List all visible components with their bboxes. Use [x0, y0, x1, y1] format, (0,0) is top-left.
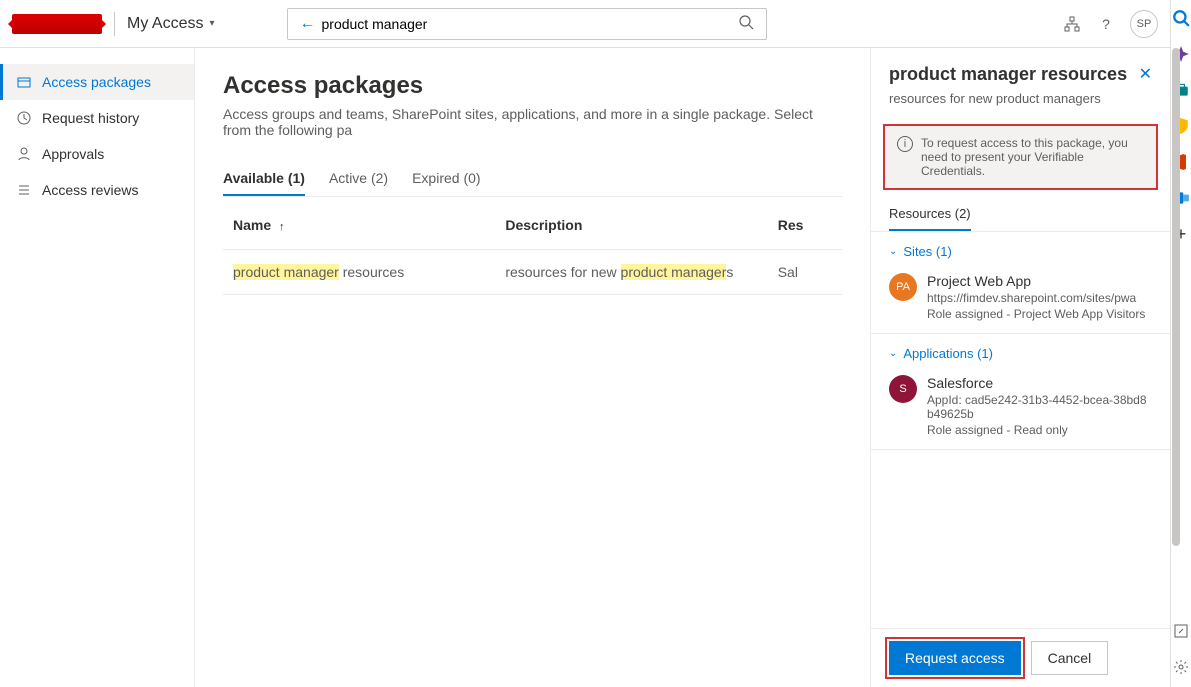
- search-back-icon[interactable]: ←: [294, 15, 322, 33]
- app-name: My Access: [127, 15, 203, 33]
- nav-approvals[interactable]: Approvals: [0, 136, 194, 172]
- app-role: Role assigned - Read only: [927, 423, 1152, 437]
- cell-name: product manager resources: [223, 250, 495, 295]
- history-icon: [16, 110, 32, 126]
- highlight: product manager: [621, 264, 727, 280]
- col-description[interactable]: Description: [495, 201, 767, 250]
- sort-asc-icon: ↑: [279, 221, 285, 233]
- col-name-label: Name: [233, 217, 271, 233]
- page-title: Access packages: [223, 72, 842, 100]
- tab-expired[interactable]: Expired (0): [412, 162, 480, 196]
- section-apps[interactable]: ⌄ Applications (1): [871, 334, 1170, 367]
- approvals-icon: [16, 146, 32, 162]
- scrollbar[interactable]: [1172, 48, 1180, 546]
- table-row[interactable]: product manager resources resources for …: [223, 250, 842, 295]
- cell-desc-post: s: [726, 264, 733, 280]
- tab-active[interactable]: Active (2): [329, 162, 388, 196]
- cell-res: Sal: [768, 250, 842, 295]
- package-icon: [16, 74, 32, 90]
- search-box[interactable]: ←: [287, 8, 767, 40]
- org-logo: [12, 14, 102, 34]
- request-access-button[interactable]: Request access: [889, 641, 1021, 675]
- app-switcher[interactable]: My Access ▾: [127, 15, 215, 33]
- tab-available[interactable]: Available (1): [223, 162, 305, 196]
- nav-label: Approvals: [42, 146, 104, 162]
- app-badge: S: [889, 375, 917, 403]
- divider: [114, 12, 115, 36]
- panel-tab-resources[interactable]: Resources (2): [889, 198, 971, 231]
- expand-icon[interactable]: [1171, 621, 1191, 641]
- nav-access-packages[interactable]: Access packages: [0, 64, 194, 100]
- cell-description: resources for new product managers: [495, 250, 767, 295]
- col-res[interactable]: Res: [768, 201, 842, 250]
- chevron-down-icon: ⌄: [889, 246, 897, 257]
- main-content: Access packages Access groups and teams,…: [195, 48, 870, 687]
- settings-icon[interactable]: [1171, 657, 1191, 677]
- site-role: Role assigned - Project Web App Visitors: [927, 307, 1145, 321]
- details-panel: product manager resources ✕ resources fo…: [870, 48, 1170, 687]
- page-subtitle: Access groups and teams, SharePoint site…: [223, 106, 842, 138]
- app-id: AppId: cad5e242-31b3-4452-bcea-38bd8b496…: [927, 393, 1152, 421]
- nav-request-history[interactable]: Request history: [0, 100, 194, 136]
- chevron-down-icon: ▾: [209, 18, 214, 29]
- cell-desc-pre: resources for new: [505, 264, 620, 280]
- highlight: product manager: [233, 264, 339, 280]
- packages-table: Name ↑ Description Res product manager r…: [223, 201, 842, 295]
- help-icon[interactable]: ?: [1096, 14, 1116, 34]
- section-sites[interactable]: ⌄ Sites (1): [871, 232, 1170, 265]
- cancel-button[interactable]: Cancel: [1031, 641, 1109, 675]
- header: My Access ▾ ← ? SP: [0, 0, 1170, 48]
- info-text: To request access to this package, you n…: [921, 136, 1144, 178]
- nav-label: Access reviews: [42, 182, 138, 198]
- chevron-down-icon: ⌄: [889, 348, 897, 359]
- app-name: Salesforce: [927, 375, 1152, 391]
- tabs: Available (1) Active (2) Expired (0): [223, 162, 842, 197]
- close-icon[interactable]: ✕: [1139, 64, 1152, 84]
- search-icon[interactable]: [732, 14, 760, 33]
- site-name: Project Web App: [927, 273, 1145, 289]
- site-url: https://fimdev.sharepoint.com/sites/pwa: [927, 291, 1145, 305]
- nav-label: Access packages: [42, 74, 151, 90]
- site-badge: PA: [889, 273, 917, 301]
- resource-app[interactable]: S Salesforce AppId: cad5e242-31b3-4452-b…: [871, 367, 1170, 450]
- left-nav: Access packages Request history Approval…: [0, 48, 195, 687]
- section-sites-label: Sites (1): [903, 244, 951, 259]
- info-icon: i: [897, 136, 913, 152]
- nav-access-reviews[interactable]: Access reviews: [0, 172, 194, 208]
- resource-site[interactable]: PA Project Web App https://fimdev.sharep…: [871, 265, 1170, 334]
- panel-description: resources for new product managers: [889, 91, 1152, 106]
- info-banner: i To request access to this package, you…: [883, 124, 1158, 190]
- search-input[interactable]: [322, 16, 732, 32]
- col-name[interactable]: Name ↑: [223, 201, 495, 250]
- panel-title: product manager resources: [889, 64, 1127, 85]
- avatar[interactable]: SP: [1130, 10, 1158, 38]
- cell-name-rest: resources: [339, 264, 404, 280]
- org-tree-icon[interactable]: [1062, 14, 1082, 34]
- section-apps-label: Applications (1): [903, 346, 993, 361]
- search-icon[interactable]: [1171, 8, 1191, 28]
- nav-label: Request history: [42, 110, 139, 126]
- reviews-icon: [16, 182, 32, 198]
